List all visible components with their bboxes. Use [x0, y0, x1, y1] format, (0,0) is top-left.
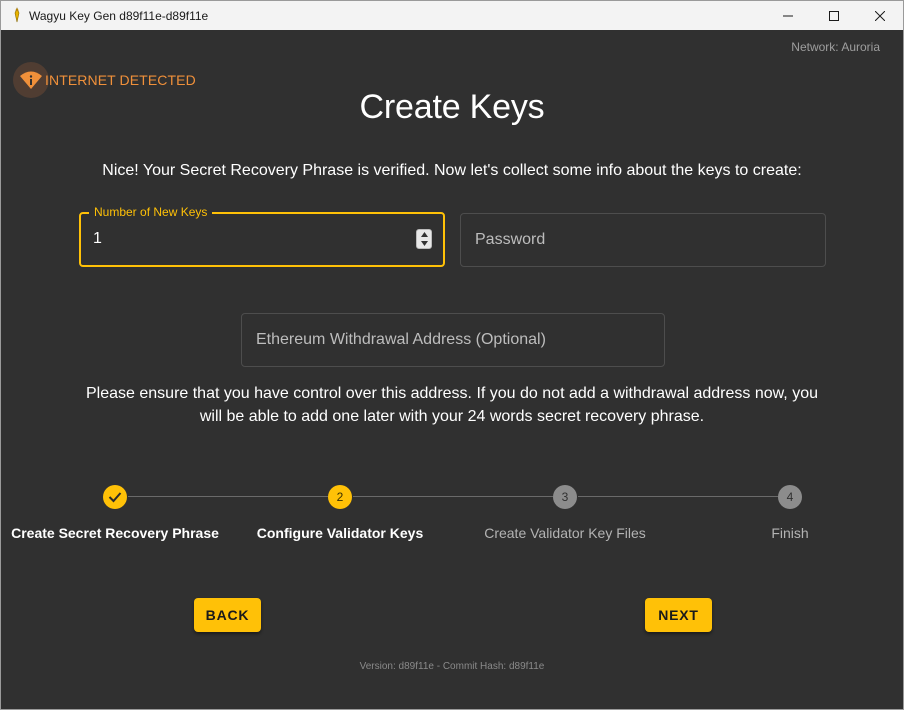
close-button[interactable]: [857, 1, 903, 30]
version-footer: Version: d89f11e - Commit Hash: d89f11e: [359, 661, 545, 672]
step-2-indicator: 2: [328, 485, 352, 509]
step-1-check-icon: [103, 485, 127, 509]
step-4-indicator: 4: [778, 485, 802, 509]
page-title: Create Keys: [359, 88, 545, 126]
step-3-label: Create Validator Key Files: [484, 525, 646, 541]
internet-warning-label: INTERNET DETECTED: [45, 72, 196, 88]
step-1-label: Create Secret Recovery Phrase: [11, 525, 219, 541]
maximize-icon: [829, 10, 839, 21]
title-bar[interactable]: Wagyu Key Gen d89f11e-d89f11e: [1, 1, 903, 30]
withdrawal-address-field[interactable]: Ethereum Withdrawal Address (Optional): [241, 313, 665, 367]
step-3-indicator: 3: [553, 485, 577, 509]
password-placeholder: Password: [475, 231, 546, 248]
next-button[interactable]: NEXT: [645, 598, 712, 632]
step-2-label: Configure Validator Keys: [256, 525, 424, 541]
app-logo-icon: [11, 7, 23, 23]
network-label: Network: Auroria: [791, 40, 880, 54]
quantity-stepper[interactable]: [416, 229, 432, 249]
stepper-down-icon[interactable]: [417, 239, 431, 248]
minimize-button[interactable]: [765, 1, 811, 30]
close-icon: [875, 10, 885, 21]
window-title: Wagyu Key Gen d89f11e-d89f11e: [29, 9, 209, 23]
stepper-up-icon[interactable]: [417, 230, 431, 239]
number-of-keys-label: Number of New Keys: [89, 205, 213, 219]
back-button[interactable]: BACK: [194, 598, 261, 632]
progress-stepper: 2 3 4 Create Secret Recovery Phrase Conf…: [1, 485, 903, 555]
app-window: Wagyu Key Gen d89f11e-d89f11e Network: A…: [0, 0, 904, 710]
intro-text: Nice! Your Secret Recovery Phrase is ver…: [102, 162, 802, 179]
app-content: Network: Auroria INTERNET DETECTED Creat…: [1, 30, 903, 709]
minimize-icon: [783, 15, 793, 16]
step-4-label: Finish: [771, 525, 809, 541]
withdrawal-address-placeholder: Ethereum Withdrawal Address (Optional): [256, 331, 546, 348]
step-connector: [578, 496, 778, 497]
step-connector: [128, 496, 328, 497]
withdrawal-note: Please ensure that you have control over…: [86, 385, 818, 425]
password-field[interactable]: Password: [460, 213, 826, 267]
maximize-button[interactable]: [811, 1, 857, 30]
number-of-keys-value[interactable]: 1: [93, 230, 102, 248]
step-connector: [353, 496, 553, 497]
number-of-keys-field[interactable]: Number of New Keys 1: [79, 205, 445, 267]
